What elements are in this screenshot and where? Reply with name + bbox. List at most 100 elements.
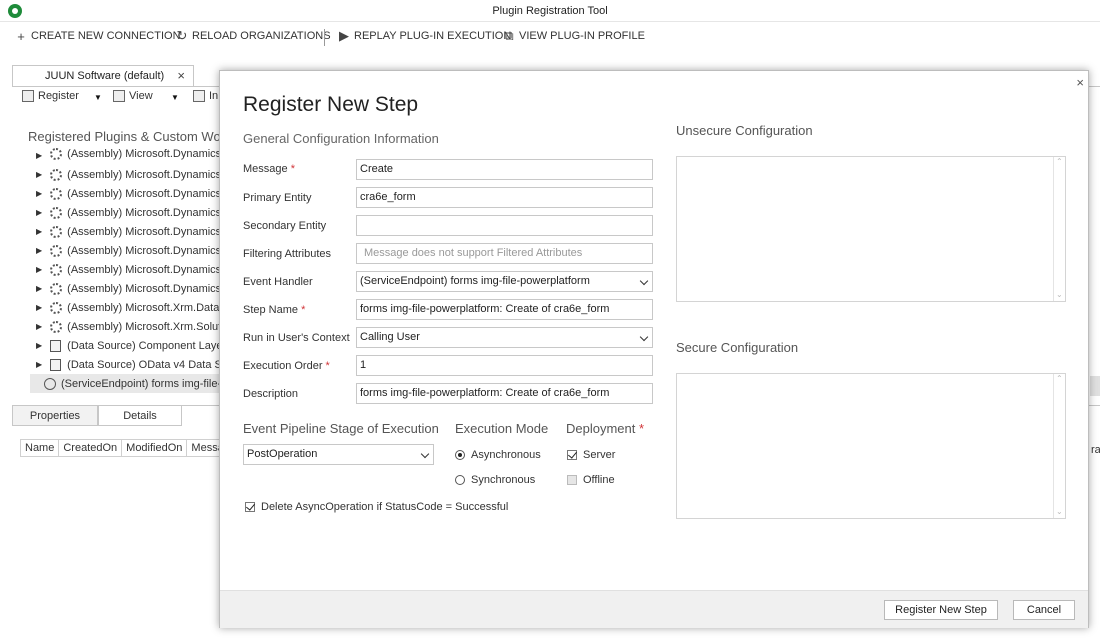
- column-header-name[interactable]: Name: [21, 440, 60, 456]
- textarea-scrollbar[interactable]: [1053, 157, 1065, 301]
- primary-entity-input[interactable]: cra6e_form: [356, 187, 653, 208]
- unsecure-config-textarea[interactable]: [676, 156, 1066, 302]
- message-label: Message *: [243, 163, 295, 175]
- cancel-button[interactable]: Cancel: [1013, 600, 1075, 620]
- view-dropdown-icon[interactable]: ▼: [171, 93, 179, 102]
- synchronous-radio[interactable]: Synchronous: [455, 474, 535, 486]
- expand-arrow-icon[interactable]: ▶: [36, 303, 42, 312]
- details-grid-header: Name CreatedOn ModifiedOn Message: [20, 439, 243, 457]
- expand-arrow-icon[interactable]: ▶: [36, 322, 42, 331]
- expand-arrow-icon[interactable]: ▶: [36, 284, 42, 293]
- tree-item-label: (Assembly) Microsoft.Dynamics.P: [67, 225, 220, 238]
- expand-arrow-icon[interactable]: ▶: [36, 227, 42, 236]
- tree-item[interactable]: ▶ (Assembly) Microsoft.Dynamics.S: [30, 260, 220, 279]
- textarea-scrollbar[interactable]: [1053, 374, 1065, 518]
- register-step-dialog: × Register New Step General Configuratio…: [219, 70, 1089, 628]
- main-toolbar: + CREATE NEW CONNECTION ↻ RELOAD ORGANIZ…: [0, 26, 1100, 50]
- expand-arrow-icon[interactable]: ▶: [36, 151, 42, 160]
- offline-label: Offline: [583, 474, 615, 486]
- offline-checkbox[interactable]: Offline: [567, 474, 615, 486]
- reload-organizations-button[interactable]: ↻ RELOAD ORGANIZATIONS: [176, 28, 331, 43]
- register-label: Register: [38, 90, 79, 102]
- tree-item[interactable]: ▶ (Assembly) Microsoft.Dynamics.P: [30, 203, 220, 222]
- refresh-icon: ↻: [176, 28, 188, 43]
- register-menu-button[interactable]: Register: [22, 90, 79, 102]
- run-context-label: Run in User's Context: [243, 332, 350, 344]
- execution-order-input[interactable]: 1: [356, 355, 653, 376]
- description-label: Description: [243, 388, 299, 400]
- expand-arrow-icon[interactable]: ▶: [36, 189, 42, 198]
- install-label: In: [209, 90, 219, 102]
- replay-execution-button[interactable]: ▶ REPLAY PLUG-IN EXECUTION: [338, 28, 511, 43]
- step-name-label: Step Name *: [243, 304, 306, 316]
- create-connection-button[interactable]: + CREATE NEW CONNECTION: [15, 28, 181, 44]
- tree-item[interactable]: ▶ (Assembly) Microsoft.Dynamics.P: [30, 222, 220, 241]
- plus-icon: +: [17, 28, 25, 44]
- tree-item-label: (Assembly) Microsoft.Dynamics.S: [67, 244, 220, 257]
- run-context-select[interactable]: Calling User: [356, 327, 653, 348]
- radio-unselected-icon: [455, 475, 465, 485]
- assembly-gear-icon: [50, 244, 63, 257]
- expand-arrow-icon[interactable]: ▶: [36, 265, 42, 274]
- tree-item-label: (Assembly) Microsoft.Dynamics.S: [67, 263, 220, 276]
- tree-item[interactable]: ▶ (Assembly) Microsoft.Xrm.Solutio: [30, 317, 220, 336]
- tab-details[interactable]: Details: [98, 406, 182, 426]
- tree-item[interactable]: ▶ (Assembly) Microsoft.Dynamics.U: [30, 279, 220, 298]
- tree-item-label: (Assembly) Microsoft.Dynamics.K: [67, 148, 220, 160]
- dialog-close-icon[interactable]: ×: [1076, 75, 1084, 90]
- tree-item[interactable]: ▶ (Assembly) Microsoft.Dynamics.K: [30, 148, 220, 160]
- general-config-header: General Configuration Information: [243, 131, 439, 146]
- tree-item[interactable]: ▶ (Assembly) Microsoft.Xrm.DataPr: [30, 298, 220, 317]
- tree-item[interactable]: ▶ (Assembly) Microsoft.Dynamics.P: [30, 165, 220, 184]
- expand-arrow-icon[interactable]: ▶: [36, 208, 42, 217]
- tree-item-label: (Assembly) Microsoft.Dynamics.P: [67, 206, 220, 219]
- column-header-createdon[interactable]: CreatedOn: [59, 440, 123, 456]
- tree-item[interactable]: ▶ (Assembly) Microsoft.Dynamics.S: [30, 241, 220, 260]
- create-connection-label: CREATE NEW CONNECTION: [31, 30, 181, 42]
- install-icon: [193, 90, 205, 102]
- dialog-footer: Register New Step Cancel: [220, 590, 1088, 628]
- register-icon: [22, 90, 34, 102]
- window-title: Plugin Registration Tool: [492, 5, 608, 17]
- tree-item-label: (Data Source) Component Layer D: [67, 339, 220, 352]
- tab-properties[interactable]: Properties: [12, 406, 98, 426]
- view-profile-button[interactable]: ⧉ VIEW PLUG-IN PROFILE: [503, 28, 645, 43]
- tree-item[interactable]: ▶ (Data Source) OData v4 Data Sou: [30, 355, 220, 374]
- tree-scrollbar[interactable]: [1090, 376, 1100, 396]
- delete-async-label: Delete AsyncOperation if StatusCode = Su…: [261, 501, 509, 513]
- step-name-input[interactable]: forms img-file-powerplatform: Create of …: [356, 299, 653, 320]
- close-tab-icon[interactable]: ×: [177, 68, 185, 83]
- pipeline-stage-select[interactable]: PostOperation: [243, 444, 434, 465]
- tab-organization[interactable]: JUUN Software (default) ×: [12, 65, 194, 86]
- event-handler-select[interactable]: (ServiceEndpoint) forms img-file-powerpl…: [356, 271, 653, 292]
- asynchronous-radio[interactable]: Asynchronous: [455, 449, 541, 461]
- toolbar-divider: [324, 29, 325, 46]
- filtering-attributes-input[interactable]: Message does not support Filtered Attrib…: [356, 243, 653, 264]
- server-checkbox[interactable]: Server: [567, 449, 615, 461]
- install-menu-button[interactable]: In: [193, 90, 218, 102]
- tree-item-selected[interactable]: (ServiceEndpoint) forms img-file-: [30, 374, 220, 393]
- expand-arrow-icon[interactable]: ▶: [36, 341, 42, 350]
- tree-item[interactable]: ▶ (Data Source) Component Layer D: [30, 336, 220, 355]
- register-dropdown-icon[interactable]: ▼: [94, 93, 102, 102]
- tab-organization-label: JUUN Software (default): [45, 70, 165, 82]
- description-input[interactable]: forms img-file-powerplatform: Create of …: [356, 383, 653, 404]
- message-input[interactable]: Create: [356, 159, 653, 180]
- expand-arrow-icon[interactable]: ▶: [36, 360, 42, 369]
- view-menu-button[interactable]: View: [113, 90, 153, 102]
- dialog-title: Register New Step: [243, 93, 419, 116]
- filtering-attributes-label: Filtering Attributes: [243, 248, 332, 260]
- register-new-step-button[interactable]: Register New Step: [884, 600, 998, 620]
- assembly-gear-icon: [50, 187, 63, 200]
- secure-config-textarea[interactable]: [676, 373, 1066, 519]
- tree-item-label: (Assembly) Microsoft.Dynamics.U: [67, 282, 220, 295]
- tree-item-label: (ServiceEndpoint) forms img-file-: [61, 377, 220, 390]
- delete-async-checkbox[interactable]: Delete AsyncOperation if StatusCode = Su…: [245, 501, 508, 513]
- column-header-modifiedon[interactable]: ModifiedOn: [122, 440, 188, 456]
- expand-arrow-icon[interactable]: ▶: [36, 246, 42, 255]
- tab-details-label: Details: [123, 409, 157, 422]
- expand-arrow-icon[interactable]: ▶: [36, 170, 42, 179]
- data-source-icon: [50, 358, 62, 371]
- tree-item[interactable]: ▶ (Assembly) Microsoft.Dynamics.P: [30, 184, 220, 203]
- secondary-entity-input[interactable]: [356, 215, 653, 236]
